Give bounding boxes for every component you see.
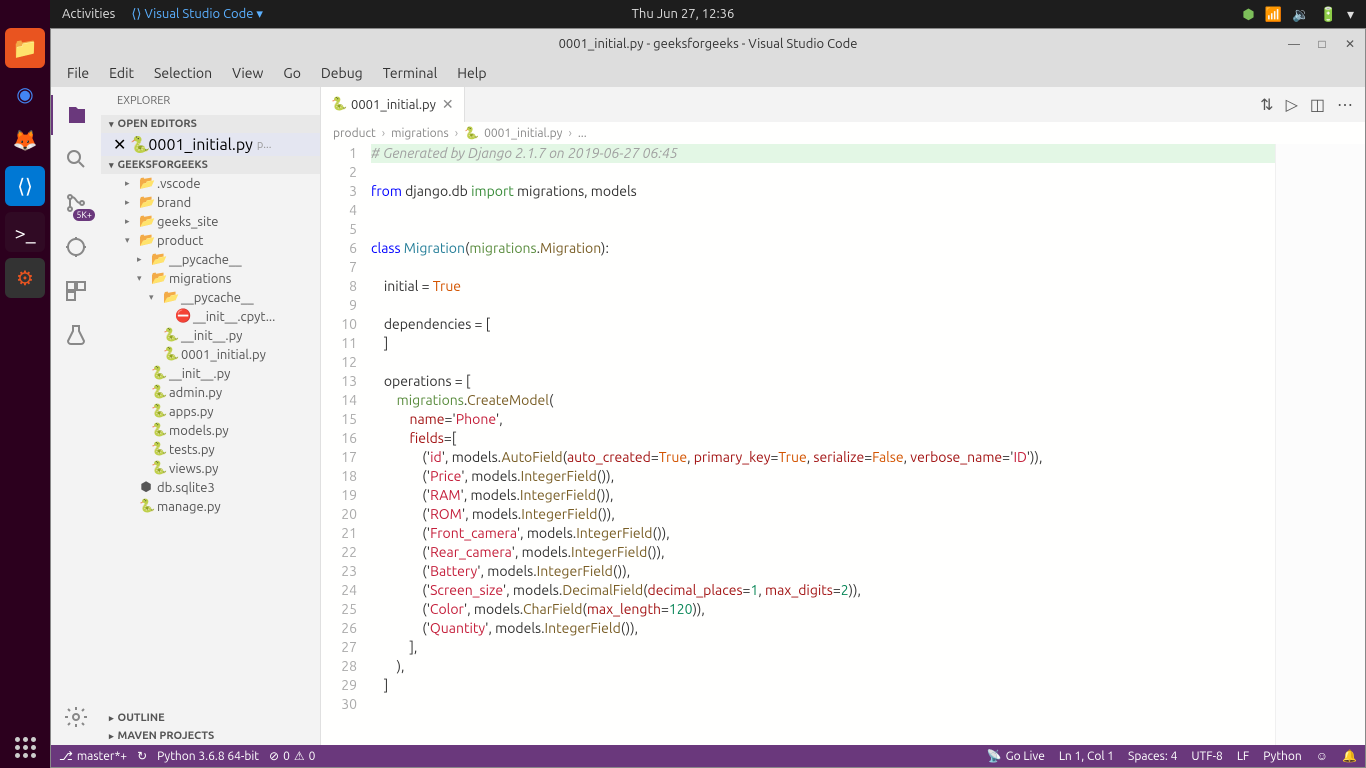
extensions-icon[interactable] <box>51 271 101 311</box>
menu-file[interactable]: File <box>59 62 97 84</box>
activity-bar <box>51 87 101 745</box>
eol[interactable]: LF <box>1237 750 1249 763</box>
outline-header[interactable]: OUTLINE <box>101 709 320 727</box>
clock[interactable]: Thu Jun 27, 12:36 <box>632 7 735 21</box>
battery-icon[interactable]: 🔋 <box>1320 6 1337 23</box>
tree-item[interactable]: 🐍__init__.py <box>101 326 320 345</box>
tree-item[interactable]: 🐍tests.py <box>101 440 320 459</box>
tree-item[interactable]: 🐍apps.py <box>101 402 320 421</box>
tree-item[interactable]: ▾📂migrations <box>101 269 320 288</box>
system-menu-chevron-icon[interactable]: ▾ <box>1347 6 1354 23</box>
menu-bar: File Edit Selection View Go Debug Termin… <box>51 59 1365 87</box>
problems[interactable]: ⊘ 0 ⚠ 0 <box>269 749 315 763</box>
tree-item[interactable]: ▸📂brand <box>101 193 320 212</box>
tree-item[interactable]: 🐍models.py <box>101 421 320 440</box>
window-title: 0001_initial.py - geeksforgeeks - Visual… <box>559 37 858 51</box>
python-version[interactable]: Python 3.6.8 64-bit <box>157 750 259 763</box>
tab-0001-initial[interactable]: 🐍 0001_initial.py ✕ <box>321 87 465 122</box>
app-menu[interactable]: ⟨⟩ Visual Studio Code ▾ <box>131 7 263 22</box>
feedback-icon[interactable]: ☺ <box>1316 749 1328 763</box>
dock-vscode-icon[interactable]: ⟨⟩ <box>5 166 45 206</box>
maximize-button[interactable]: □ <box>1315 37 1329 51</box>
dock-apps-grid-icon[interactable] <box>15 737 36 758</box>
open-editors-header[interactable]: OPEN EDITORS <box>101 115 320 133</box>
volume-icon[interactable]: 🔉 <box>1292 6 1309 23</box>
line-gutter: 1234567891011121314151617181920212223242… <box>321 144 371 745</box>
explorer-sidebar: EXPLORER OPEN EDITORS ✕ 🐍 0001_initial.p… <box>101 87 321 745</box>
editor-area: 🐍 0001_initial.py ✕ ⇅ ▷ ◫ ⋯ product › mi… <box>321 87 1365 745</box>
tree-item[interactable]: ▸📂__pycache__ <box>101 250 320 269</box>
open-editor-item[interactable]: ✕ 🐍 0001_initial.py p... <box>101 133 320 156</box>
dock-chromium-icon[interactable]: ◉ <box>5 74 45 114</box>
menu-edit[interactable]: Edit <box>101 62 142 84</box>
more-actions-icon[interactable]: ⋯ <box>1337 95 1353 114</box>
breadcrumb[interactable]: product › migrations › 🐍 0001_initial.py… <box>321 122 1365 144</box>
menu-help[interactable]: Help <box>449 62 494 84</box>
tree-item[interactable]: ▾📂product <box>101 231 320 250</box>
shield-icon[interactable]: ⬢ <box>1242 6 1254 23</box>
sidebar-title: EXPLORER <box>101 87 320 115</box>
ubuntu-dock: 📁 ◉ 🦊 ⟨⟩ >_ ⚙ <box>0 0 50 768</box>
git-branch[interactable]: ⎇ master*+ <box>59 749 127 763</box>
settings-gear-icon[interactable] <box>51 697 101 737</box>
title-bar: 0001_initial.py - geeksforgeeks - Visual… <box>51 29 1365 59</box>
tree-item[interactable]: ▸📂.vscode <box>101 174 320 193</box>
tab-close-icon[interactable]: ✕ <box>442 96 454 113</box>
menu-debug[interactable]: Debug <box>313 62 371 84</box>
wifi-icon[interactable]: 📶 <box>1265 6 1282 23</box>
tree-item[interactable]: 🐍0001_initial.py <box>101 345 320 364</box>
debug-icon[interactable] <box>51 227 101 267</box>
menu-terminal[interactable]: Terminal <box>375 62 446 84</box>
indentation[interactable]: Spaces: 4 <box>1128 750 1177 763</box>
split-editor-icon[interactable]: ◫ <box>1310 95 1325 114</box>
dock-settings-icon[interactable]: ⚙ <box>5 258 45 298</box>
menu-selection[interactable]: Selection <box>146 62 220 84</box>
menu-go[interactable]: Go <box>275 62 308 84</box>
tree-item[interactable]: ⛔__init__.cpyt... <box>101 307 320 326</box>
gnome-top-bar: Activities ⟨⟩ Visual Studio Code ▾ Thu J… <box>50 0 1366 28</box>
language-mode[interactable]: Python <box>1263 750 1302 763</box>
search-icon[interactable] <box>51 139 101 179</box>
tree-item[interactable]: ⬢db.sqlite3 <box>101 478 320 497</box>
dock-firefox-icon[interactable]: 🦊 <box>5 120 45 160</box>
test-icon[interactable] <box>51 315 101 355</box>
run-icon[interactable]: ▷ <box>1286 95 1298 114</box>
chevron-right-icon: › <box>568 127 571 140</box>
cursor-position[interactable]: Ln 1, Col 1 <box>1059 750 1114 763</box>
tree-item[interactable]: 🐍views.py <box>101 459 320 478</box>
tree-item[interactable]: 🐍manage.py <box>101 497 320 516</box>
tabs-bar: 🐍 0001_initial.py ✕ ⇅ ▷ ◫ ⋯ <box>321 87 1365 122</box>
tree-item[interactable]: ▾📂__pycache__ <box>101 288 320 307</box>
minimap[interactable] <box>1275 144 1365 745</box>
source-control-icon[interactable] <box>51 183 101 223</box>
activities-button[interactable]: Activities <box>62 7 115 21</box>
maven-header[interactable]: MAVEN PROJECTS <box>101 727 320 745</box>
go-live[interactable]: 📡 Go Live <box>987 749 1045 763</box>
file-tree: ▸📂.vscode▸📂brand▸📂geeks_site▾📂product▸📂_… <box>101 174 320 709</box>
tree-item[interactable]: 🐍__init__.py <box>101 364 320 383</box>
encoding[interactable]: UTF-8 <box>1191 750 1222 763</box>
dock-files-icon[interactable]: 📁 <box>5 28 45 68</box>
explorer-icon[interactable] <box>51 95 101 135</box>
code-content[interactable]: # Generated by Django 2.1.7 on 2019-06-2… <box>371 144 1275 745</box>
notifications-icon[interactable]: 🔔 <box>1342 749 1357 763</box>
close-editor-icon[interactable]: ✕ <box>113 135 126 154</box>
code-editor[interactable]: 1234567891011121314151617181920212223242… <box>321 144 1365 745</box>
dock-terminal-icon[interactable]: >_ <box>5 212 45 252</box>
tree-item[interactable]: ▸📂geeks_site <box>101 212 320 231</box>
sync-icon[interactable]: ↻ <box>137 749 147 763</box>
chevron-right-icon: › <box>455 127 458 140</box>
compare-icon[interactable]: ⇅ <box>1260 95 1273 114</box>
workspace-header[interactable]: GEEKSFORGEEKS <box>101 156 320 174</box>
python-file-icon: 🐍 <box>130 135 144 154</box>
menu-view[interactable]: View <box>224 62 271 84</box>
chevron-right-icon: › <box>382 127 385 140</box>
python-file-icon: 🐍 <box>464 126 478 140</box>
tree-item[interactable]: 🐍admin.py <box>101 383 320 402</box>
python-file-icon: 🐍 <box>331 97 345 112</box>
minimize-button[interactable]: — <box>1287 37 1301 51</box>
vscode-window: 0001_initial.py - geeksforgeeks - Visual… <box>50 28 1366 768</box>
close-button[interactable]: ✕ <box>1343 37 1357 51</box>
status-bar: ⎇ master*+ ↻ Python 3.6.8 64-bit ⊘ 0 ⚠ 0… <box>51 745 1365 767</box>
